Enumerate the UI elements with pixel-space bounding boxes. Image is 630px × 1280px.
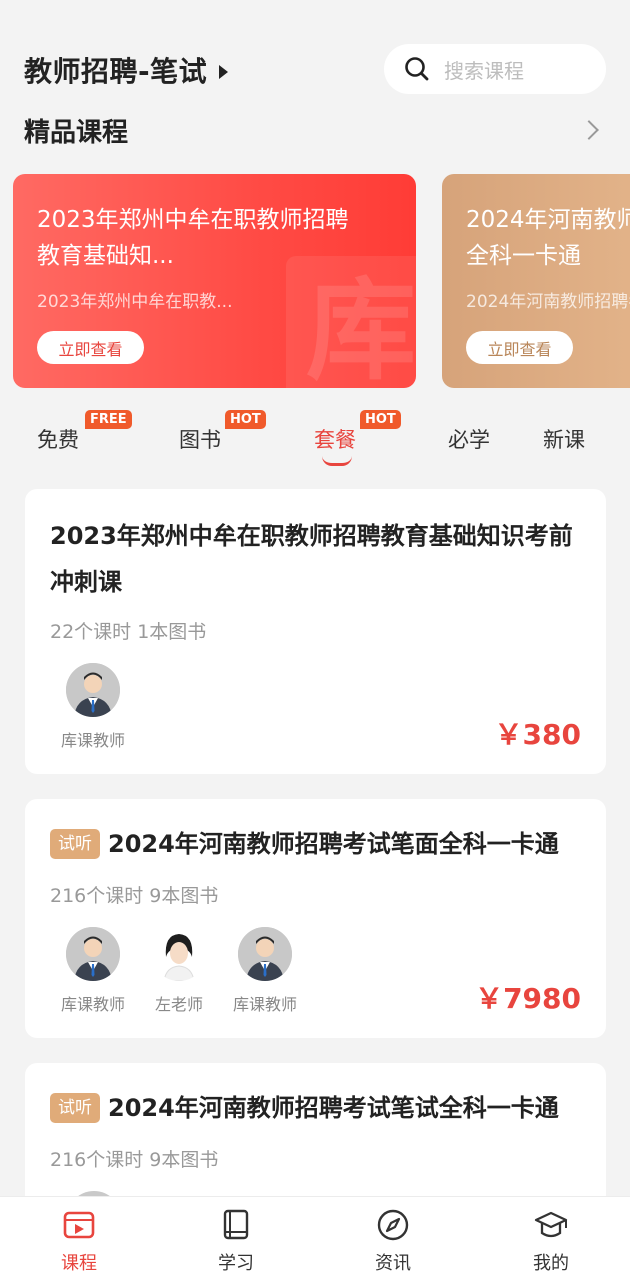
avatar	[238, 927, 292, 981]
play-video-icon	[63, 1211, 95, 1239]
teacher: 库课教师	[50, 927, 136, 1015]
search-placeholder: 搜索课程	[444, 58, 524, 83]
book-icon	[223, 1209, 249, 1240]
trial-badge: 试听	[50, 1093, 100, 1123]
avatar	[66, 927, 120, 981]
course-card[interactable]: 试听 2024年河南教师招聘考试笔面全科一卡通 216个课时 9本图书 库课教师 …	[25, 799, 606, 1038]
header: 教师招聘-笔试 搜索课程	[24, 44, 606, 96]
view-now-button[interactable]: 立即查看	[466, 331, 573, 364]
course-title: 2023年郑州中牟在职教师招聘教育基础知识考前冲刺课	[50, 522, 573, 596]
tabbar-label: 我的	[533, 1253, 569, 1274]
tabbar-item-profile[interactable]: 我的	[511, 1207, 591, 1275]
teacher: 库课教师	[50, 663, 136, 751]
featured-card-subtitle: 2024年河南教师招聘考试笔面全科一卡通	[466, 292, 630, 312]
course-meta: 22个课时 1本图书	[50, 621, 207, 643]
tabbar-label: 学习	[218, 1253, 254, 1274]
teacher: 左老师	[136, 927, 222, 1015]
hot-badge: HOT	[225, 410, 266, 429]
tab-books[interactable]: 图书 HOT	[179, 410, 266, 454]
tab-label: 免费	[37, 428, 79, 452]
teacher-list: 库课教师	[50, 663, 136, 751]
course-title: 2024年河南教师招聘考试笔面全科一卡通	[108, 830, 559, 858]
teacher-name: 左老师	[154, 995, 203, 1014]
course-title-row: 试听 2024年河南教师招聘考试笔试全科一卡通	[50, 1085, 585, 1131]
tab-packages[interactable]: 套餐 HOT	[314, 410, 401, 466]
tabbar-item-news[interactable]: 资讯	[353, 1207, 433, 1275]
teacher-name: 库课教师	[60, 731, 125, 750]
featured-card-subtitle: 2023年郑州中牟在职教...	[37, 292, 233, 312]
featured-section-header[interactable]: 精品课程	[24, 110, 606, 150]
graduation-cap-icon	[534, 1211, 568, 1238]
tab-must-learn[interactable]: 必学	[448, 424, 490, 454]
tabbar-label: 课程	[61, 1253, 97, 1274]
exam-type-selector[interactable]: 教师招聘-笔试	[24, 50, 229, 90]
featured-carousel[interactable]: 库 2023年郑州中牟在职教师招聘教育基础知... 2023年郑州中牟在职教..…	[13, 174, 630, 388]
teacher-name: 库课教师	[60, 995, 125, 1014]
course-title: 2024年河南教师招聘考试笔试全科一卡通	[108, 1094, 559, 1122]
teacher: 库课教师	[222, 927, 308, 1015]
tab-label: 套餐	[314, 428, 356, 452]
tab-label: 新课	[543, 428, 585, 452]
tab-free[interactable]: 免费 FREE	[37, 410, 132, 454]
active-tab-indicator	[322, 456, 352, 466]
teacher-name: 库课教师	[232, 995, 297, 1014]
bottom-tab-bar: 课程 学习 资讯 我的	[0, 1196, 630, 1280]
featured-card-title: 2024年河南教师招聘考试笔面全科一卡通	[466, 207, 630, 269]
search-input[interactable]: 搜索课程	[384, 44, 606, 94]
featured-card-title: 2023年郑州中牟在职教师招聘教育基础知...	[37, 207, 349, 269]
featured-card[interactable]: 2024年河南教师招聘考试笔面全科一卡通 2024年河南教师招聘考试笔面全科一卡…	[442, 174, 630, 388]
course-price: ￥380	[494, 718, 581, 751]
tab-label: 图书	[179, 428, 221, 452]
tab-label: 必学	[448, 428, 490, 452]
avatar	[152, 927, 206, 981]
view-now-button[interactable]: 立即查看	[37, 331, 144, 364]
featured-card[interactable]: 库 2023年郑州中牟在职教师招聘教育基础知... 2023年郑州中牟在职教..…	[13, 174, 416, 388]
watermark-logo: 库	[286, 256, 416, 388]
teacher-list: 库课教师 左老师 库课教师	[50, 927, 308, 1015]
tab-new-courses[interactable]: 新课	[543, 424, 585, 454]
tabbar-item-study[interactable]: 学习	[196, 1207, 276, 1275]
section-title: 精品课程	[24, 117, 129, 148]
trial-badge: 试听	[50, 829, 100, 859]
category-tabs: 免费 FREE 图书 HOT 套餐 HOT 必学 新课	[0, 410, 630, 474]
chevron-right-icon	[579, 120, 599, 140]
course-card[interactable]: 2023年郑州中牟在职教师招聘教育基础知识考前冲刺课 22个课时 1本图书 库课…	[25, 489, 606, 774]
course-price: ￥7980	[475, 982, 581, 1015]
tabbar-label: 资讯	[375, 1253, 411, 1274]
avatar	[66, 663, 120, 717]
caret-right-icon	[219, 65, 229, 79]
hot-badge: HOT	[360, 410, 401, 429]
course-title-row: 试听 2024年河南教师招聘考试笔面全科一卡通	[50, 821, 585, 867]
exam-title: 教师招聘-笔试	[24, 55, 208, 88]
free-badge: FREE	[85, 410, 132, 429]
search-icon	[404, 56, 430, 82]
course-meta: 216个课时 9本图书	[50, 885, 219, 907]
course-meta: 216个课时 9本图书	[50, 1149, 219, 1171]
compass-icon	[377, 1209, 409, 1241]
tabbar-item-courses[interactable]: 课程	[39, 1207, 119, 1275]
